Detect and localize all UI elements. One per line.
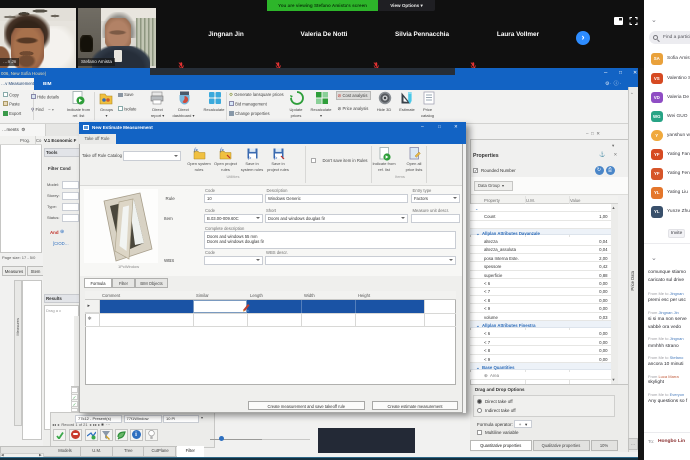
svg-text:fx: fx — [194, 147, 199, 154]
svg-text:fx: fx — [248, 155, 251, 160]
svg-text:fx: fx — [220, 147, 225, 154]
svg-text:fx: fx — [274, 155, 277, 160]
